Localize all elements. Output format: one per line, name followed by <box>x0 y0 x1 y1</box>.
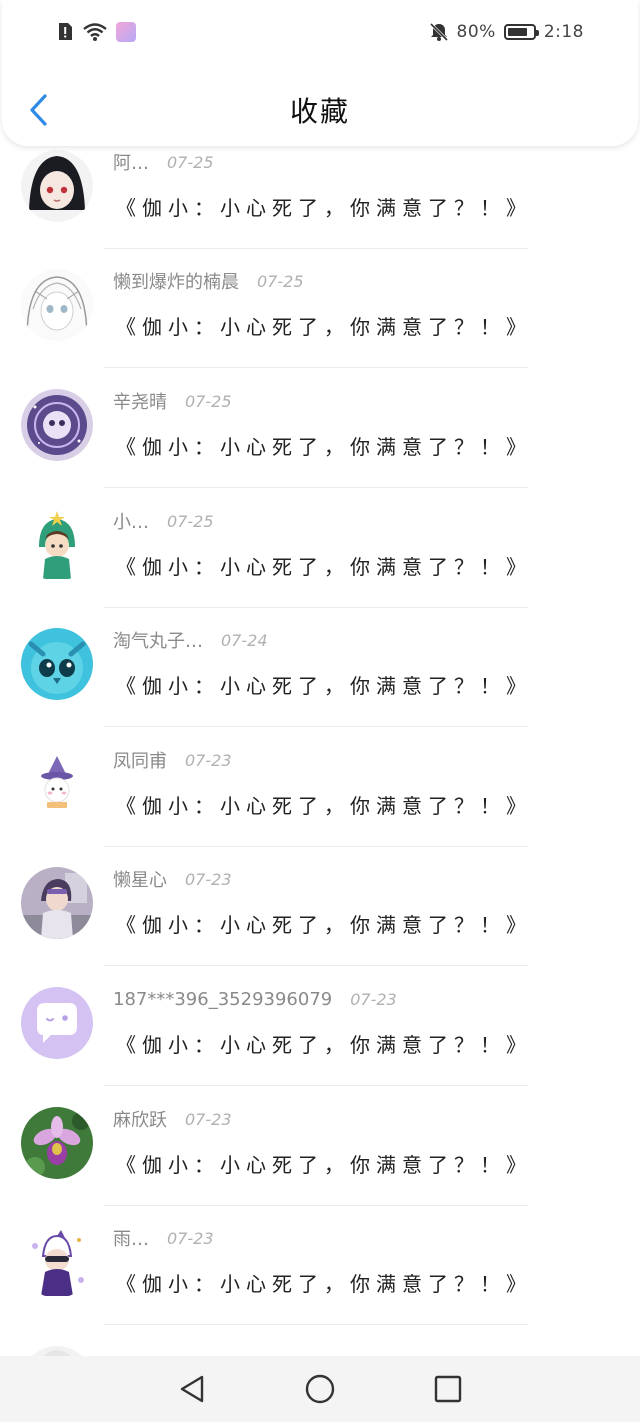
username: 187***396_3529396079 <box>113 988 333 1010</box>
meta-line: 懒到爆炸的楠晨 07-25 <box>113 269 304 294</box>
date: 07-23 <box>167 1228 214 1248</box>
nav-back-button[interactable] <box>176 1373 208 1405</box>
triangle-back-icon <box>180 1375 204 1403</box>
divider <box>104 248 528 249</box>
title-bar: 收藏 <box>2 64 638 146</box>
username: 小… <box>113 512 149 533</box>
wifi-icon <box>83 23 107 41</box>
orchid-avatar[interactable] <box>21 1107 93 1179</box>
divider <box>104 1324 528 1325</box>
partial-avatar[interactable] <box>21 1346 93 1356</box>
meta-line: 187***396_3529396079 07-23 <box>113 987 397 1011</box>
divider <box>104 846 528 847</box>
message[interactable]: 《伽小：小心死了，你满意了？！》 <box>116 909 532 938</box>
divider <box>104 607 528 608</box>
header-card: 80% 2:18 收藏 <box>2 0 638 146</box>
circle-home-icon <box>305 1374 335 1404</box>
date: 07-25 <box>167 152 214 172</box>
clock: 2:18 <box>543 22 584 42</box>
system-nav-bar <box>0 1356 640 1422</box>
message[interactable]: 《伽小：小心死了，你满意了？！》 <box>116 192 532 221</box>
divider <box>104 487 528 488</box>
status-bar: 80% 2:18 <box>2 0 638 64</box>
date: 07-23 <box>185 869 232 889</box>
blue-owl-avatar[interactable] <box>21 628 93 700</box>
list-item[interactable]: 小… 07-25 《伽小：小心死了，你满意了？！》 <box>0 509 640 629</box>
username: 懒到爆炸的楠晨 <box>113 272 239 293</box>
favorites-screen: 80% 2:18 收藏 阿… 07-25 《伽小：小心死了，你满意了？！》 懒到… <box>0 0 640 1422</box>
list-item-partial[interactable] <box>0 1346 640 1356</box>
username: 懒星心 <box>113 870 167 891</box>
galaxy-avatar[interactable] <box>21 389 93 461</box>
list-item[interactable]: 麻欣跃 07-23 《伽小：小心死了，你满意了？！》 <box>0 1107 640 1227</box>
username: 凤同甫 <box>113 751 167 772</box>
list-item[interactable]: 懒星心 07-23 《伽小：小心死了，你满意了？！》 <box>0 867 640 987</box>
nav-home-button[interactable] <box>304 1373 336 1405</box>
message[interactable]: 《伽小：小心死了，你满意了？！》 <box>116 670 532 699</box>
message[interactable]: 《伽小：小心死了，你满意了？！》 <box>116 431 532 460</box>
battery-level-fill <box>507 28 527 36</box>
battery-icon <box>503 24 539 40</box>
date: 07-23 <box>350 989 397 1009</box>
room-anime-avatar[interactable] <box>21 867 93 939</box>
date: 07-25 <box>185 391 232 411</box>
message[interactable]: 《伽小：小心死了，你满意了？！》 <box>116 311 532 340</box>
username: 淘气丸子… <box>113 631 203 652</box>
chat-bubble-avatar[interactable] <box>21 987 93 1059</box>
date: 07-24 <box>221 630 268 650</box>
page-title: 收藏 <box>289 95 350 128</box>
witch-hat-avatar[interactable] <box>21 748 93 820</box>
message[interactable]: 《伽小：小心死了，你满意了？！》 <box>116 1029 532 1058</box>
meta-line: 阿… 07-25 <box>113 150 214 175</box>
date: 07-23 <box>185 1109 232 1129</box>
divider <box>104 726 528 727</box>
square-recents-icon <box>434 1375 462 1403</box>
meta-line: 淘气丸子… 07-24 <box>113 628 268 653</box>
meta-line: 懒星心 07-23 <box>113 867 232 892</box>
message[interactable]: 《伽小：小心死了，你满意了？！》 <box>116 790 532 819</box>
message[interactable]: 《伽小：小心死了，你满意了？！》 <box>116 551 532 580</box>
app-icon <box>116 22 136 42</box>
date: 07-25 <box>167 511 214 531</box>
message[interactable]: 《伽小：小心死了，你满意了？！》 <box>116 1149 532 1178</box>
sketch-anime-avatar[interactable] <box>21 269 93 341</box>
list-item[interactable]: 凤同甫 07-23 《伽小：小心死了，你满意了？！》 <box>0 748 640 868</box>
nav-recents-button[interactable] <box>432 1373 464 1405</box>
list-item[interactable]: 187***396_3529396079 07-23 《伽小：小心死了，你满意了… <box>0 987 640 1107</box>
status-left <box>56 20 136 44</box>
meta-line: 凤同甫 07-23 <box>113 748 232 773</box>
divider <box>104 965 528 966</box>
list-item[interactable]: 雨… 07-23 《伽小：小心死了，你满意了？！》 <box>0 1226 640 1346</box>
message[interactable]: 《伽小：小心死了，你满意了？！》 <box>116 1268 532 1297</box>
list-item[interactable]: 阿… 07-25 《伽小：小心死了，你满意了？！》 <box>0 150 640 270</box>
list-item[interactable]: 淘气丸子… 07-24 《伽小：小心死了，你满意了？！》 <box>0 628 640 748</box>
meta-line: 辛尧晴 07-25 <box>113 389 232 414</box>
meta-line: 麻欣跃 07-23 <box>113 1107 232 1132</box>
list-item[interactable]: 懒到爆炸的楠晨 07-25 《伽小：小心死了，你满意了？！》 <box>0 269 640 389</box>
username: 辛尧晴 <box>113 392 167 413</box>
battery-percent: 80% <box>456 22 496 42</box>
favorites-list[interactable]: 阿… 07-25 《伽小：小心死了，你满意了？！》 懒到爆炸的楠晨 07-25 … <box>0 146 640 1356</box>
green-hood-avatar[interactable] <box>21 509 93 581</box>
divider <box>104 1085 528 1086</box>
username: 麻欣跃 <box>113 1110 167 1131</box>
username: 雨… <box>113 1229 149 1250</box>
meta-line: 小… 07-25 <box>113 509 214 534</box>
status-right: 80% 2:18 <box>429 20 584 44</box>
divider <box>104 1205 528 1206</box>
dark-hair-anime-avatar[interactable] <box>21 150 93 222</box>
meta-line: 雨… 07-23 <box>113 1226 214 1251</box>
list-item[interactable]: 辛尧晴 07-25 《伽小：小心死了，你满意了？！》 <box>0 389 640 509</box>
battery-tip <box>535 30 539 36</box>
alert-icon <box>59 23 72 40</box>
username: 阿… <box>113 153 149 174</box>
mute-bell-icon <box>429 22 448 42</box>
date: 07-25 <box>257 271 304 291</box>
date: 07-23 <box>185 750 232 770</box>
purple-hero-avatar[interactable] <box>21 1226 93 1298</box>
divider <box>104 367 528 368</box>
